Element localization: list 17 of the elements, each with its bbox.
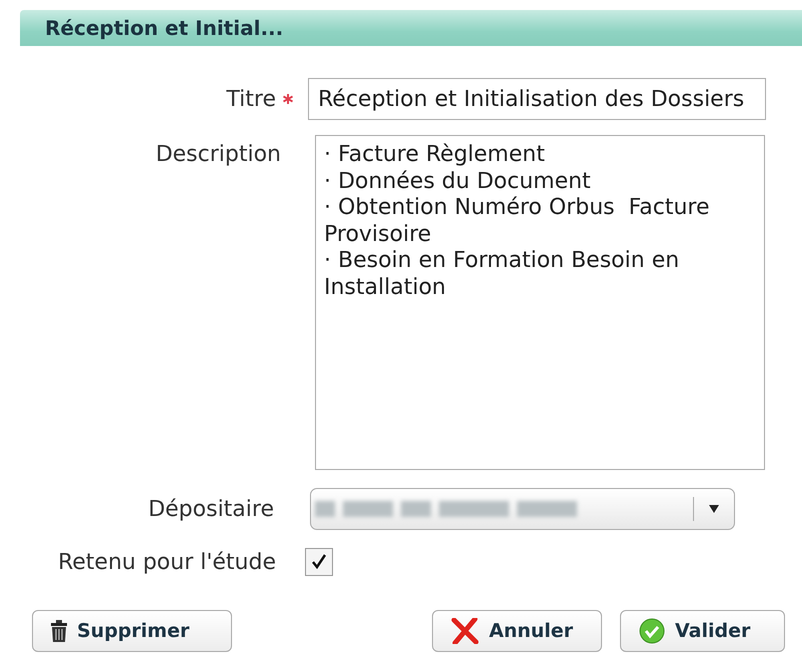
cancel-button[interactable]: Annuler bbox=[432, 610, 602, 652]
close-icon bbox=[451, 618, 479, 644]
panel-title: Réception et Initial... bbox=[45, 16, 284, 40]
dropdown-caret-icon bbox=[709, 505, 719, 513]
trash-icon bbox=[51, 620, 67, 642]
check-circle-icon bbox=[639, 618, 665, 644]
checkbox[interactable] bbox=[305, 548, 333, 576]
field-label: Dépositaire bbox=[148, 496, 274, 522]
checkmark-icon bbox=[311, 554, 327, 570]
field-label: Retenu pour l'étude bbox=[58, 550, 276, 574]
title-field[interactable]: Réception et Initialisation des Dossiers bbox=[308, 78, 766, 120]
confirm-button[interactable]: Valider bbox=[620, 610, 785, 652]
field-label: Description bbox=[156, 142, 281, 167]
description-field[interactable]: · Facture Règlement · Données du Document · Obtention Numéro Orbus Facture Provisoire · Besoin en Formation Besoin en Installation bbox=[315, 135, 765, 470]
delete-button[interactable]: Supprimer bbox=[32, 610, 232, 652]
select-field[interactable] bbox=[310, 488, 735, 530]
field-label: Titre bbox=[226, 86, 276, 112]
